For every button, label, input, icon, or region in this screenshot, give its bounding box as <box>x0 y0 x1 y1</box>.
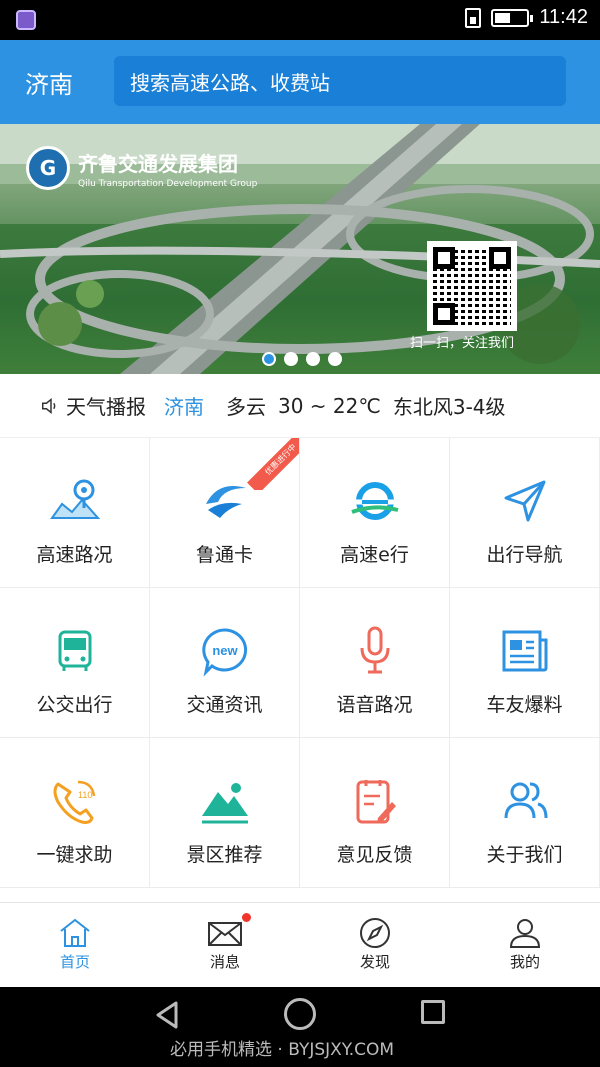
microphone-icon <box>360 626 389 674</box>
carousel-dot[interactable] <box>284 352 298 366</box>
city-selector[interactable]: 济南 <box>25 65 105 100</box>
promo-ribbon: 优惠进行中 <box>247 438 299 490</box>
carousel-dot[interactable] <box>306 352 320 366</box>
phone-110-icon: 110 <box>53 780 95 824</box>
weather-label: 天气播报 <box>66 395 146 419</box>
tab-profile[interactable]: 我的 <box>450 903 600 987</box>
weather-city: 济南 <box>164 395 204 419</box>
service-e-travel[interactable]: 高速e行 <box>300 438 450 588</box>
svg-text:110: 110 <box>78 790 92 800</box>
promo-ribbon-text: 优惠进行中 <box>247 438 299 490</box>
service-traffic-news[interactable]: new 交通资讯 <box>150 588 300 738</box>
bottom-tab-bar: 首页 消息 发现 我的 <box>0 902 600 987</box>
lutong-card-icon <box>205 486 246 518</box>
service-driver-reports[interactable]: 车友爆料 <box>450 588 600 738</box>
compass-icon <box>360 918 390 948</box>
service-about-us[interactable]: 关于我们 <box>450 738 600 888</box>
service-sos[interactable]: 110 一键求助 <box>0 738 150 888</box>
weather-temperature: 30 ~ 22℃ <box>278 393 381 418</box>
status-time: 11:42 <box>539 6 588 28</box>
service-scenic-spots[interactable]: 景区推荐 <box>150 738 300 888</box>
service-navigation[interactable]: 出行导航 <box>450 438 600 588</box>
weather-bar[interactable]: 天气播报 济南 多云 30 ~ 22℃ 东北风3-4级 <box>0 374 600 438</box>
message-badge <box>242 913 251 922</box>
back-icon[interactable] <box>152 999 182 1031</box>
tab-label: 我的 <box>509 953 540 971</box>
service-highway-traffic[interactable]: 高速路况 <box>0 438 150 588</box>
app-notification-icon <box>16 10 36 30</box>
user-icon <box>509 919 541 948</box>
banner-carousel[interactable]: G 齐鲁交通发展集团 Qilu Transportation Developme… <box>0 124 600 374</box>
carousel-indicator <box>262 352 342 366</box>
users-icon <box>504 782 547 819</box>
home-icon <box>60 918 90 947</box>
service-label: 高速e行 <box>340 544 409 566</box>
search-input[interactable]: 搜索高速公路、收费站 <box>114 56 566 106</box>
carousel-dot[interactable] <box>262 352 276 366</box>
qilu-logo-icon: G <box>26 146 70 190</box>
service-label: 公交出行 <box>36 694 113 716</box>
navigation-arrow-icon <box>504 480 545 522</box>
svg-text:new: new <box>212 643 238 658</box>
tab-messages[interactable]: 消息 <box>150 903 300 987</box>
services-grid: 高速路况 优惠进行中 鲁通卡 高速e行 出行导航 公交出行 new 交通资讯 语… <box>0 438 600 902</box>
carousel-dot[interactable] <box>328 352 342 366</box>
service-label: 关于我们 <box>486 844 563 866</box>
tab-label: 首页 <box>59 953 90 971</box>
service-voice-traffic[interactable]: 语音路况 <box>300 588 450 738</box>
battery-icon <box>491 8 534 27</box>
service-feedback[interactable]: 意见反馈 <box>300 738 450 888</box>
recents-icon[interactable] <box>421 1000 445 1024</box>
tab-discover[interactable]: 发现 <box>300 903 450 987</box>
service-label: 景区推荐 <box>186 844 263 866</box>
search-placeholder: 搜索高速公路、收费站 <box>130 70 330 95</box>
bus-icon <box>58 630 91 671</box>
service-bus[interactable]: 公交出行 <box>0 588 150 738</box>
e-travel-icon <box>350 482 399 520</box>
home-button-icon[interactable] <box>284 998 316 1030</box>
weather-condition: 多云 <box>226 395 266 419</box>
service-label: 语音路况 <box>336 694 413 716</box>
map-pin-icon <box>49 479 100 519</box>
tab-label: 发现 <box>359 953 390 971</box>
service-label: 鲁通卡 <box>195 544 253 566</box>
speaker-icon <box>42 397 56 414</box>
sim-card-icon <box>465 7 482 28</box>
tab-label: 消息 <box>209 953 240 971</box>
watermark-text: 必用手机精选 · BYJSJXY.COM <box>170 1040 395 1060</box>
news-bubble-icon: new <box>201 628 247 677</box>
service-label: 交通资讯 <box>186 694 263 716</box>
service-label: 一键求助 <box>36 844 113 866</box>
tab-home[interactable]: 首页 <box>0 903 150 987</box>
service-label: 高速路况 <box>36 544 113 566</box>
service-label: 出行导航 <box>486 544 563 566</box>
brand-logo-group: G 齐鲁交通发展集团 Qilu Transportation Developme… <box>26 146 257 190</box>
service-label: 车友爆料 <box>486 694 563 716</box>
system-nav-bar: 必用手机精选 · BYJSJXY.COM <box>0 987 600 1067</box>
newspaper-icon <box>502 630 547 672</box>
brand-name-en: Qilu Transportation Development Group <box>78 178 258 189</box>
qr-caption: 扫一扫，关注我们 <box>410 336 515 351</box>
brand-name-cn: 齐鲁交通发展集团 <box>78 151 238 176</box>
service-lutong-card[interactable]: 优惠进行中 鲁通卡 <box>150 438 300 588</box>
app-header: 济南 搜索高速公路、收费站 <box>0 40 600 124</box>
clipboard-edit-icon <box>356 780 396 824</box>
qr-code-image <box>427 241 517 331</box>
mountain-icon <box>201 783 248 824</box>
service-label: 意见反馈 <box>336 844 413 866</box>
status-bar: 11:42 <box>0 0 600 40</box>
mail-icon <box>208 922 242 946</box>
weather-wind: 东北风3-4级 <box>392 395 506 419</box>
